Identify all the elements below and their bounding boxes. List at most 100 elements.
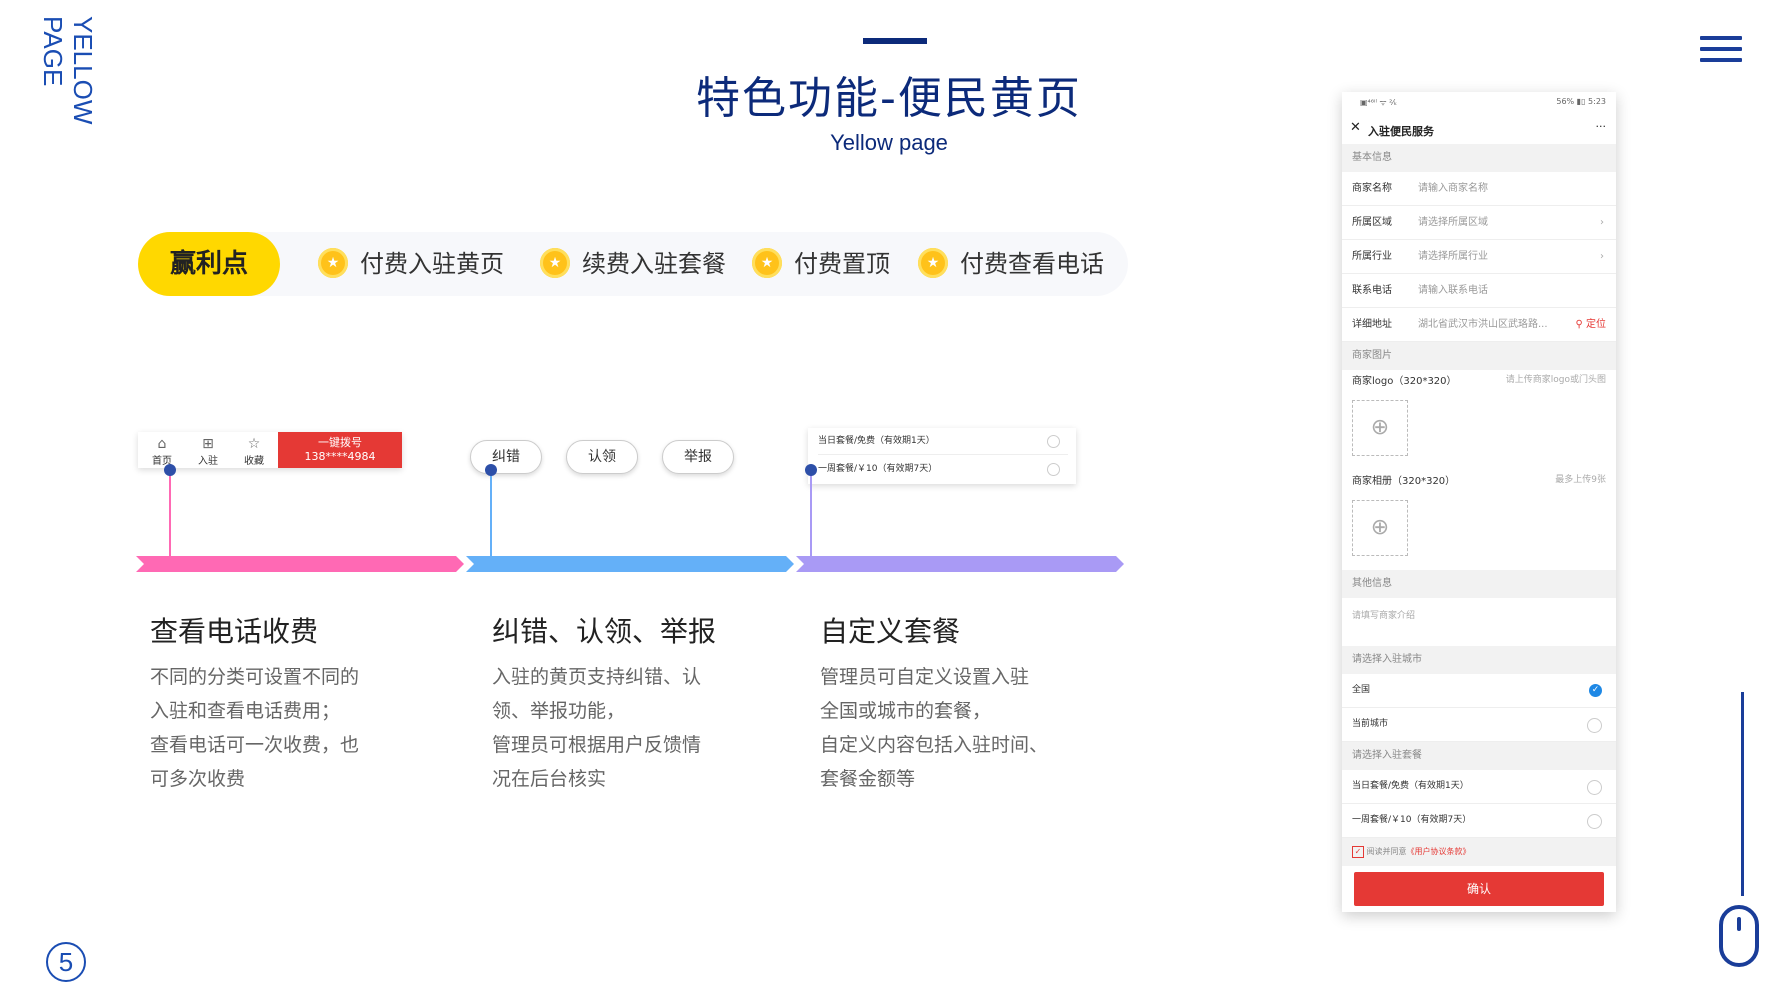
- city-option-all[interactable]: 全国 ✓: [1342, 674, 1616, 708]
- field-value: 请输入联系电话: [1418, 285, 1488, 296]
- field-label: 所属区域: [1352, 217, 1392, 228]
- chevron-right-icon: ›: [1600, 251, 1604, 262]
- section-basic: 基本信息: [1342, 144, 1616, 172]
- profit-label: 赢利点: [138, 232, 280, 296]
- field-area[interactable]: 所属区域 请选择所属区域 ›: [1342, 206, 1616, 240]
- home-icon: ⌂: [157, 436, 167, 452]
- connector-dot: [485, 464, 497, 476]
- agreement-row[interactable]: ✓ 阅读并同意《用户协议条款》: [1342, 838, 1616, 866]
- profit-item: ★ 续费入驻套餐: [540, 232, 726, 296]
- profit-item: ★ 付费置顶: [752, 232, 890, 296]
- feature-desc-line: 管理员可根据用户反馈情: [492, 734, 702, 756]
- field-value: 请选择所属行业: [1418, 251, 1488, 262]
- coin-icon: ★: [540, 248, 570, 278]
- chevron-right-icon: ›: [1600, 217, 1604, 228]
- package-option-week[interactable]: 一周套餐/￥10（有效期7天）: [1342, 804, 1616, 838]
- feature-desc: 管理员可自定义设置入驻 全国或城市的套餐， 自定义内容包括入驻时间、 套餐金额等: [820, 660, 1048, 796]
- coin-icon: ★: [918, 248, 948, 278]
- agreement-text: 阅读并同意: [1366, 847, 1407, 856]
- field-label: 商家名称: [1352, 183, 1392, 194]
- radio-icon: [1587, 718, 1602, 733]
- timeline-arrow: [466, 556, 794, 572]
- coin-icon: ★: [318, 248, 348, 278]
- radio-icon: [1587, 780, 1602, 795]
- checkbox-checked-icon[interactable]: ✓: [1352, 845, 1364, 858]
- radio-icon: [1587, 814, 1602, 829]
- feature-desc-line: 管理员可自定义设置入驻: [820, 666, 1030, 688]
- nav-home[interactable]: ⌂ 首页: [144, 436, 180, 467]
- profit-item-label: 续费入驻套餐: [582, 250, 726, 278]
- field-industry[interactable]: 所属行业 请选择所属行业 ›: [1342, 240, 1616, 274]
- mini-nav-card: ⌂ 首页 ⊞ 入驻 ☆ 收藏 一键拨号 138****4984: [138, 432, 402, 468]
- feature-desc-line: 全国或城市的套餐，: [820, 700, 992, 722]
- connector-line: [169, 470, 171, 556]
- menu-icon[interactable]: [1700, 36, 1742, 64]
- locate-button[interactable]: ⚲ 定位: [1575, 308, 1606, 341]
- call-label: 一键拨号: [318, 436, 362, 449]
- section-package: 请选择入驻套餐: [1342, 742, 1616, 770]
- package-option[interactable]: 一周套餐/￥10（有效期7天）: [818, 456, 1068, 482]
- feature-desc: 入驻的黄页支持纠错、认 领、举报功能， 管理员可根据用户反馈情 况在后台核实: [492, 660, 701, 796]
- package-option-day[interactable]: 当日套餐/免费（有效期1天）: [1342, 770, 1616, 804]
- phone-header: ✕ 入驻便民服务 ···: [1342, 114, 1616, 144]
- confirm-button[interactable]: 确认: [1354, 872, 1604, 906]
- phone-mockup: ▣⁴⁶ᴵˡ ᯤ ²⁄ₖ 56% ▮▯ 5:23 ✕ 入驻便民服务 ··· 基本信…: [1342, 92, 1616, 912]
- package-option-label: 一周套餐/￥10（有效期7天）: [1352, 815, 1472, 825]
- claim-chip[interactable]: 认领: [566, 440, 638, 474]
- intro-placeholder: 请填写商家介绍: [1352, 611, 1416, 621]
- nav-join[interactable]: ⊞ 入驻: [190, 436, 226, 467]
- city-option-current[interactable]: 当前城市: [1342, 708, 1616, 742]
- status-bar: ▣⁴⁶ᴵˡ ᯤ ²⁄ₖ 56% ▮▯ 5:23: [1342, 92, 1616, 114]
- mini-package-card: 当日套餐/免费（有效期1天） 一周套餐/￥10（有效期7天）: [808, 428, 1076, 484]
- logo-upload-button[interactable]: ⊕: [1352, 400, 1408, 456]
- logo-label: 商家logo（320*320）: [1352, 376, 1457, 387]
- radio-icon: [1047, 463, 1060, 476]
- feature-desc-line: 况在后台核实: [492, 768, 607, 790]
- album-upload-button[interactable]: ⊕: [1352, 500, 1408, 556]
- logo-hint: 请上传商家logo或门头图: [1505, 375, 1606, 385]
- field-name[interactable]: 商家名称 请输入商家名称: [1342, 172, 1616, 206]
- city-option-label: 全国: [1352, 685, 1371, 695]
- star-outline-icon: ☆: [247, 436, 261, 452]
- feature-desc-line: 领、举报功能，: [492, 700, 626, 722]
- mouse-icon[interactable]: [1719, 905, 1759, 967]
- album-label: 商家相册（320*320）: [1352, 476, 1456, 487]
- feature-desc-line: 不同的分类可设置不同的: [150, 666, 360, 688]
- field-value: 请输入商家名称: [1418, 183, 1488, 194]
- locate-label: 定位: [1586, 319, 1606, 330]
- status-right: 56% ▮▯ 5:23: [1556, 97, 1606, 106]
- feature-desc: 不同的分类可设置不同的 入驻和查看电话费用； 查看电话可一次收费，也 可多次收费: [150, 660, 359, 796]
- nav-favorite-label: 收藏: [244, 456, 264, 467]
- package-option-label: 当日套餐/免费（有效期1天）: [818, 436, 935, 446]
- agreement-link[interactable]: 《用户协议条款》: [1407, 847, 1471, 856]
- profit-item-label: 付费查看电话: [960, 250, 1104, 278]
- feature-desc-line: 查看电话可一次收费，也: [150, 734, 360, 756]
- field-label: 所属行业: [1352, 251, 1392, 262]
- close-icon[interactable]: ✕: [1350, 120, 1361, 135]
- profit-item-label: 付费置顶: [794, 250, 890, 278]
- profit-item-label: 付费入驻黄页: [360, 250, 504, 278]
- section-city: 请选择入驻城市: [1342, 646, 1616, 674]
- field-value: 湖北省武汉市洪山区武珞路...: [1418, 319, 1548, 330]
- package-option[interactable]: 当日套餐/免费（有效期1天）: [818, 428, 1068, 455]
- plus-square-icon: ⊞: [202, 436, 214, 452]
- field-address[interactable]: 详细地址 湖北省武汉市洪山区武珞路... ⚲ 定位: [1342, 308, 1616, 342]
- more-icon[interactable]: ···: [1596, 120, 1607, 133]
- connector-dot: [164, 464, 176, 476]
- package-option-label: 当日套餐/免费（有效期1天）: [1352, 781, 1469, 791]
- correct-chip[interactable]: 纠错: [470, 440, 542, 474]
- city-option-label: 当前城市: [1352, 719, 1389, 729]
- intro-field[interactable]: 请填写商家介绍: [1342, 598, 1616, 646]
- section-other: 其他信息: [1342, 570, 1616, 598]
- report-chip[interactable]: 举报: [662, 440, 734, 474]
- location-pin-icon: ⚲: [1575, 319, 1583, 330]
- field-phone[interactable]: 联系电话 请输入联系电话: [1342, 274, 1616, 308]
- connector-line: [810, 470, 812, 556]
- confirm-area: 确认: [1342, 866, 1616, 912]
- album-upload-block: 商家相册（320*320） 最多上传9张 ⊕: [1342, 470, 1616, 570]
- nav-favorite[interactable]: ☆ 收藏: [236, 436, 272, 467]
- feature-desc-line: 可多次收费: [150, 768, 246, 790]
- field-label: 联系电话: [1352, 285, 1392, 296]
- status-left: ▣⁴⁶ᴵˡ ᯤ ²⁄ₖ: [1360, 98, 1398, 107]
- call-button[interactable]: 一键拨号 138****4984: [278, 432, 402, 468]
